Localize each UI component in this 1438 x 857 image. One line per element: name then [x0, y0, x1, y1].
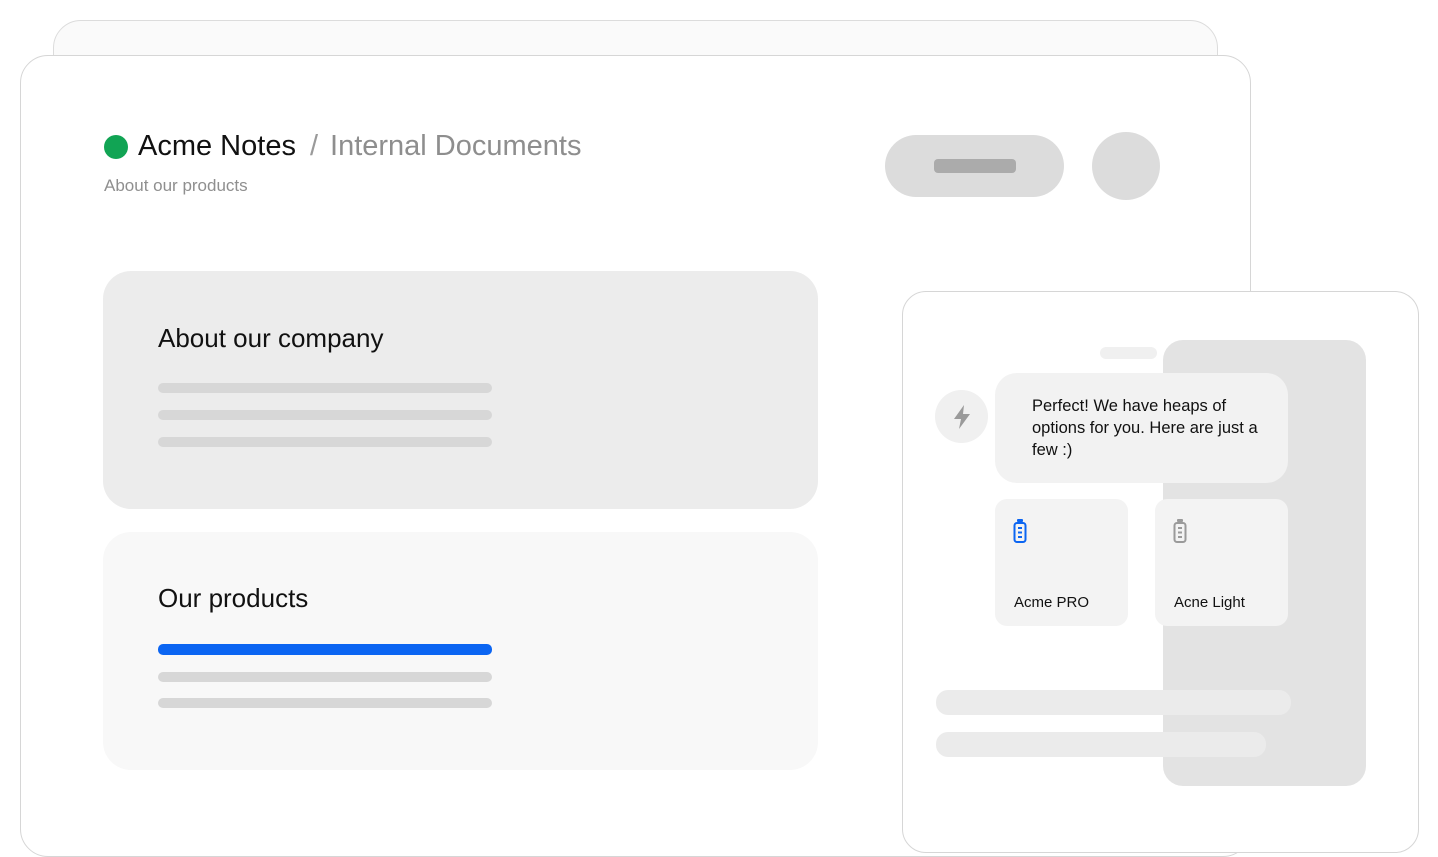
chat-message: Perfect! We have heaps of options for yo…: [995, 373, 1288, 483]
action-button[interactable]: [885, 135, 1064, 197]
text-line-placeholder: [158, 437, 492, 447]
chat-input-placeholder[interactable]: [936, 690, 1291, 715]
breadcrumb-current[interactable]: Internal Documents: [330, 130, 581, 163]
text-line-placeholder: [158, 698, 492, 708]
section-card-products[interactable]: Our products: [103, 532, 818, 770]
section-title: About our company: [158, 323, 384, 353]
bot-avatar: [935, 390, 988, 443]
page-subtitle: About our products: [104, 176, 248, 195]
text-line-placeholder: [158, 410, 492, 420]
chat-header-chip: [1100, 347, 1157, 359]
text-line-placeholder: [158, 383, 492, 393]
section-title: Our products: [158, 583, 309, 613]
product-name: Acne Light: [1174, 594, 1245, 611]
breadcrumb: Acme Notes / Internal Documents: [138, 126, 581, 166]
chat-input-placeholder: [936, 732, 1266, 757]
lightning-bolt-icon: [953, 404, 970, 429]
chat-window: Perfect! We have heaps of options for yo…: [902, 291, 1419, 853]
text-line-highlighted: [158, 644, 492, 655]
avatar[interactable]: [1092, 132, 1160, 200]
bottle-icon: [1013, 519, 1027, 543]
product-card-acme-pro[interactable]: Acme PRO: [995, 499, 1128, 626]
section-card-company[interactable]: About our company: [103, 271, 818, 509]
text-line-placeholder: [158, 672, 492, 682]
status-indicator: [104, 135, 128, 159]
action-button-placeholder: [934, 159, 1016, 173]
bottle-icon: [1173, 519, 1187, 543]
product-name: Acme PRO: [1014, 594, 1090, 611]
product-card-acne-light[interactable]: Acne Light: [1155, 499, 1288, 626]
app-title[interactable]: Acme Notes: [138, 130, 296, 163]
breadcrumb-separator: /: [309, 129, 319, 162]
